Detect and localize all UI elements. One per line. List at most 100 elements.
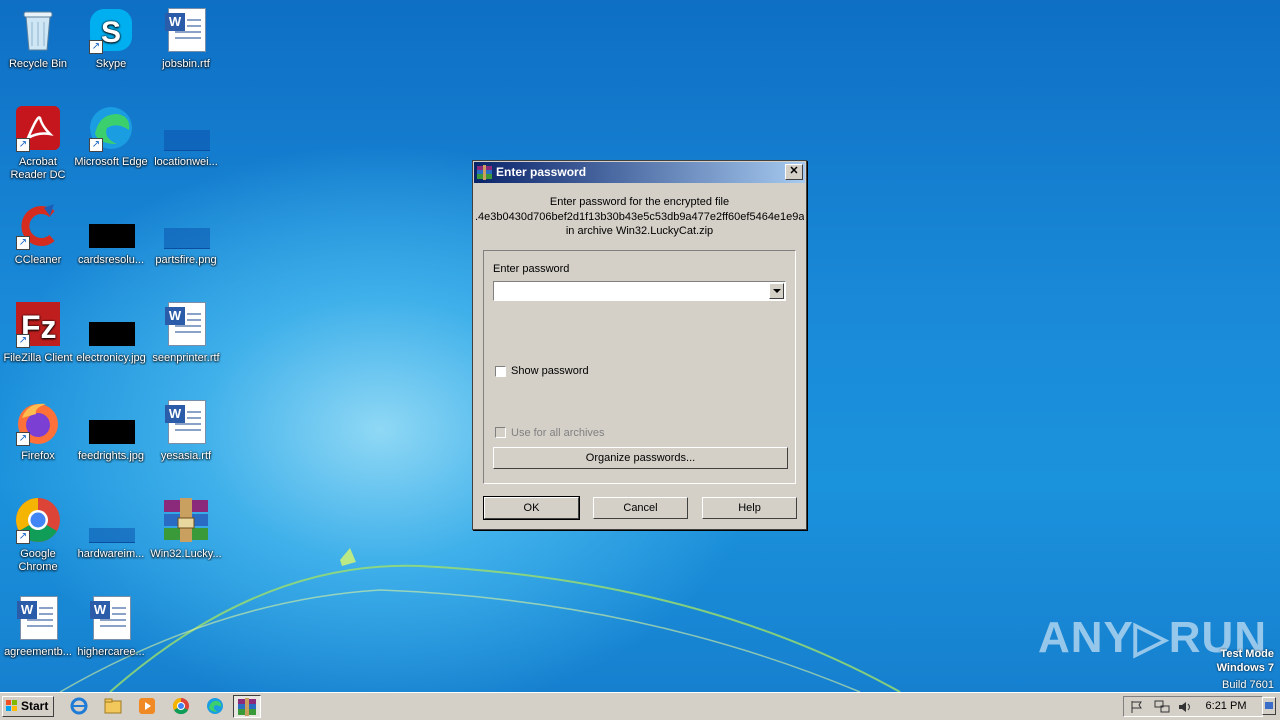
desktop-icon-label: hardwareim... xyxy=(77,548,145,560)
desktop-icon-yesasia[interactable]: W yesasia.rtf xyxy=(148,398,224,463)
enter-password-dialog: Enter password ✕ Enter password for the … xyxy=(472,160,807,530)
taskbar-clock[interactable]: 6:21 PM xyxy=(1196,693,1256,720)
desktop-icon-label: highercaree... xyxy=(77,646,145,658)
skype-icon: S ↗ xyxy=(87,6,135,54)
desktop-icon-skype[interactable]: S ↗ Skype xyxy=(73,6,149,71)
desktop-icon-feedrights[interactable]: feedrights.jpg xyxy=(73,398,149,463)
desktop-icon-label: feedrights.jpg xyxy=(77,450,145,462)
desktop-icon-recycle-bin[interactable]: Recycle Bin xyxy=(0,6,76,71)
dialog-title: Enter password xyxy=(496,165,587,179)
filezilla-icon: Fz ↗ xyxy=(14,300,62,348)
prompt-line-1: Enter password for the encrypted file xyxy=(549,196,730,208)
image-thumbnail-icon xyxy=(87,300,135,348)
internet-explorer-icon[interactable] xyxy=(70,697,88,715)
desktop-icon-label: yesasia.rtf xyxy=(160,450,212,462)
chrome-icon: ↗ xyxy=(14,496,62,544)
desktop-icon-highercaree[interactable]: W highercaree... xyxy=(73,594,149,659)
acrobat-icon: ↗ xyxy=(14,104,62,152)
desktop-icon-label: Google Chrome xyxy=(18,548,58,573)
desktop-icon-cardsresolu[interactable]: cardsresolu... xyxy=(73,202,149,267)
desktop-icon-locationwei[interactable]: locationwei... xyxy=(148,104,224,169)
desktop-icon-chrome[interactable]: ↗ Google Chrome xyxy=(0,496,76,574)
ccleaner-icon: ↗ xyxy=(14,202,62,250)
image-thumbnail-icon xyxy=(87,398,135,446)
file-explorer-icon[interactable] xyxy=(104,697,122,715)
use-for-all-archives-checkbox xyxy=(495,427,506,438)
volume-icon[interactable] xyxy=(1178,700,1194,714)
desktop-icon-label: Skype xyxy=(95,58,127,70)
winrar-icon xyxy=(238,698,256,716)
desktop-icon-label: Firefox xyxy=(21,450,55,462)
desktop-icon-label: agreementb... xyxy=(4,646,72,658)
image-thumbnail-icon xyxy=(162,104,210,152)
desktop-icon-label: FileZilla Client xyxy=(3,352,73,364)
winrar-icon xyxy=(477,165,492,180)
archive-name: in archive Win32.LuckyCat.zip xyxy=(565,225,714,237)
start-button[interactable]: Start xyxy=(2,696,54,717)
word-document-icon: W xyxy=(87,594,135,642)
desktop-icon-label: Acrobat Reader DC xyxy=(10,156,66,181)
desktop-icon-hardwareim[interactable]: hardwareim... xyxy=(73,496,149,561)
dialog-titlebar[interactable]: Enter password ✕ xyxy=(474,162,805,183)
cancel-button[interactable]: Cancel xyxy=(593,497,688,519)
desktop-icon-filezilla[interactable]: Fz ↗ FileZilla Client xyxy=(0,300,76,365)
desktop-icon-seenprinter[interactable]: W seenprinter.rtf xyxy=(148,300,224,365)
desktop-icon-label: CCleaner xyxy=(14,254,62,266)
desktop-icon-acrobat[interactable]: ↗ Acrobat Reader DC xyxy=(0,104,76,182)
desktop-icon-label: Win32.Lucky... xyxy=(150,548,222,560)
winrar-archive-icon xyxy=(162,496,210,544)
test-mode-label: Test Mode xyxy=(1220,648,1274,660)
shortcut-arrow-icon: ↗ xyxy=(89,40,103,54)
svg-text:S: S xyxy=(101,16,121,49)
show-desktop-button[interactable] xyxy=(1262,697,1276,715)
chrome-taskbar-icon[interactable] xyxy=(172,697,190,715)
action-center-flag-icon[interactable] xyxy=(1130,700,1144,714)
windows-version-label: Windows 7 xyxy=(1216,662,1274,674)
word-document-icon: W xyxy=(14,594,62,642)
desktop-icon-label: electronicy.jpg xyxy=(76,352,146,364)
word-document-icon: W xyxy=(162,398,210,446)
desktop-icon-win32-luckycat[interactable]: Win32.Lucky... xyxy=(148,496,224,561)
desktop-icon-label: cardsresolu... xyxy=(77,254,145,266)
start-label: Start xyxy=(21,699,49,713)
desktop-icon-label: seenprinter.rtf xyxy=(152,352,220,364)
word-document-icon: W xyxy=(162,300,210,348)
image-thumbnail-icon xyxy=(162,202,210,250)
desktop-icon-firefox[interactable]: ↗ Firefox xyxy=(0,398,76,463)
show-password-checkbox[interactable] xyxy=(495,366,506,377)
password-combobox[interactable] xyxy=(493,281,786,301)
enter-password-label: Enter password xyxy=(493,263,570,275)
desktop-icon-label: partsfire.png xyxy=(155,254,217,266)
shortcut-arrow-icon: ↗ xyxy=(16,432,30,446)
close-button[interactable]: ✕ xyxy=(785,164,803,180)
desktop-icon-label: Recycle Bin xyxy=(8,58,68,70)
firefox-icon: ↗ xyxy=(14,398,62,446)
use-for-all-archives-label: Use for all archives xyxy=(511,427,605,439)
edge-icon: ↗ xyxy=(87,104,135,152)
desktop-icon-agreementb[interactable]: W agreementb... xyxy=(0,594,76,659)
desktop-icon-partsfire[interactable]: partsfire.png xyxy=(148,202,224,267)
desktop-icon-label: jobsbin.rtf xyxy=(162,58,210,70)
desktop-icon-edge[interactable]: ↗ Microsoft Edge xyxy=(73,104,149,169)
shortcut-arrow-icon: ↗ xyxy=(16,334,30,348)
show-password-label[interactable]: Show password xyxy=(511,365,589,377)
desktop-icon-label: Microsoft Edge xyxy=(74,156,148,168)
desktop-icon-electronicy[interactable]: electronicy.jpg xyxy=(73,300,149,365)
winrar-taskbar-button[interactable] xyxy=(233,695,261,718)
word-document-icon: W xyxy=(162,6,210,54)
network-icon[interactable] xyxy=(1154,700,1170,714)
taskbar: Start 6:21 PM xyxy=(0,692,1280,720)
monitor-icon xyxy=(1265,702,1273,709)
edge-taskbar-icon[interactable] xyxy=(206,697,224,715)
shortcut-arrow-icon: ↗ xyxy=(16,236,30,250)
encrypted-filename: .4e3b0430d706bef2d1f13b30b43e5c53db9a477… xyxy=(475,211,804,223)
build-label: Build 7601 xyxy=(1222,679,1274,691)
desktop-icon-jobsbin[interactable]: W jobsbin.rtf xyxy=(148,6,224,71)
media-player-icon[interactable] xyxy=(138,697,156,715)
combo-dropdown-button[interactable] xyxy=(769,283,784,299)
help-button[interactable]: Help xyxy=(702,497,797,519)
organize-passwords-button[interactable]: Organize passwords... xyxy=(493,447,788,469)
ok-button[interactable]: OK xyxy=(483,496,580,520)
desktop-icon-ccleaner[interactable]: ↗ CCleaner xyxy=(0,202,76,267)
windows-flag-icon xyxy=(6,700,17,711)
